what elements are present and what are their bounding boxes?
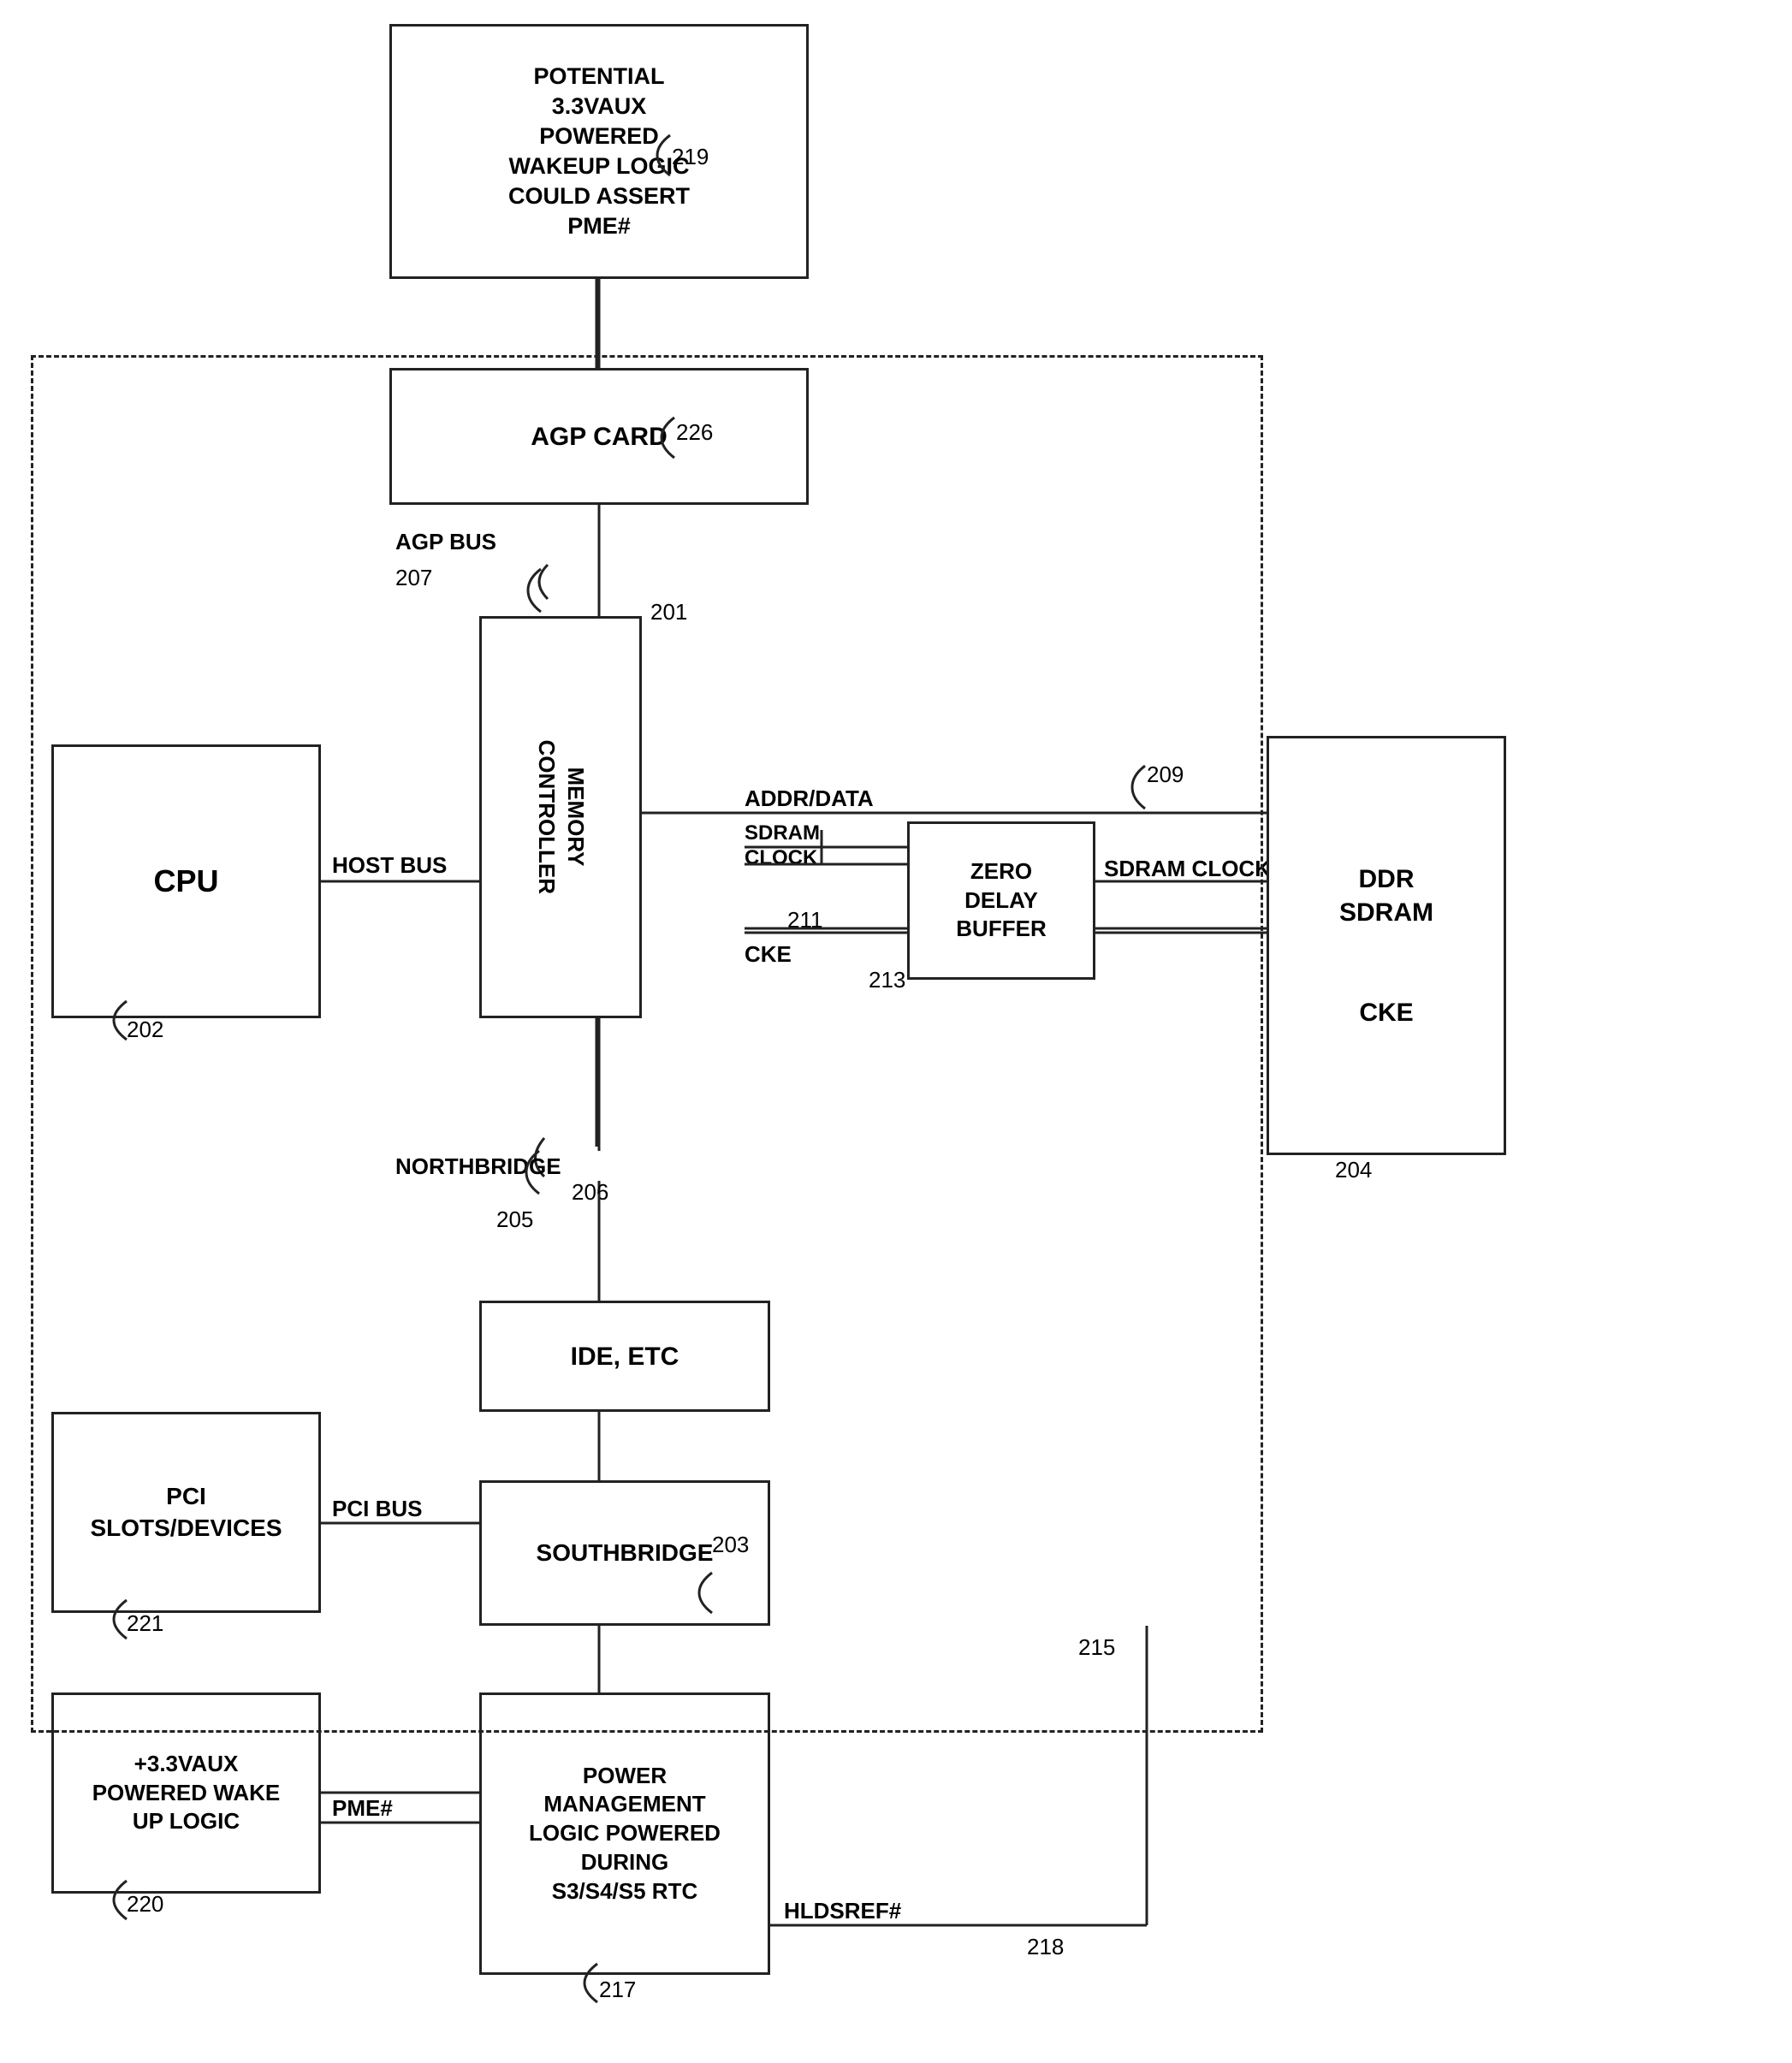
- ref-217: 217: [599, 1977, 636, 2003]
- power-mgmt-box: POWER MANAGEMENT LOGIC POWERED DURING S3…: [479, 1692, 770, 1975]
- diagram: POTENTIAL 3.3VAUX POWERED WAKEUP LOGIC C…: [0, 0, 1792, 2063]
- ref-204: 204: [1335, 1157, 1372, 1183]
- ref-219: 219: [672, 144, 709, 170]
- wakeup-logic-box: POTENTIAL 3.3VAUX POWERED WAKEUP LOGIC C…: [389, 24, 809, 279]
- dashed-boundary-box: [31, 355, 1263, 1733]
- ref-218: 218: [1027, 1934, 1064, 1960]
- ddr-sdram-box: DDR SDRAM CKE: [1267, 736, 1506, 1155]
- hldsref-label: HLDSREF#: [784, 1898, 901, 1924]
- pme-label: PME#: [332, 1795, 393, 1822]
- ref-220: 220: [127, 1891, 163, 1918]
